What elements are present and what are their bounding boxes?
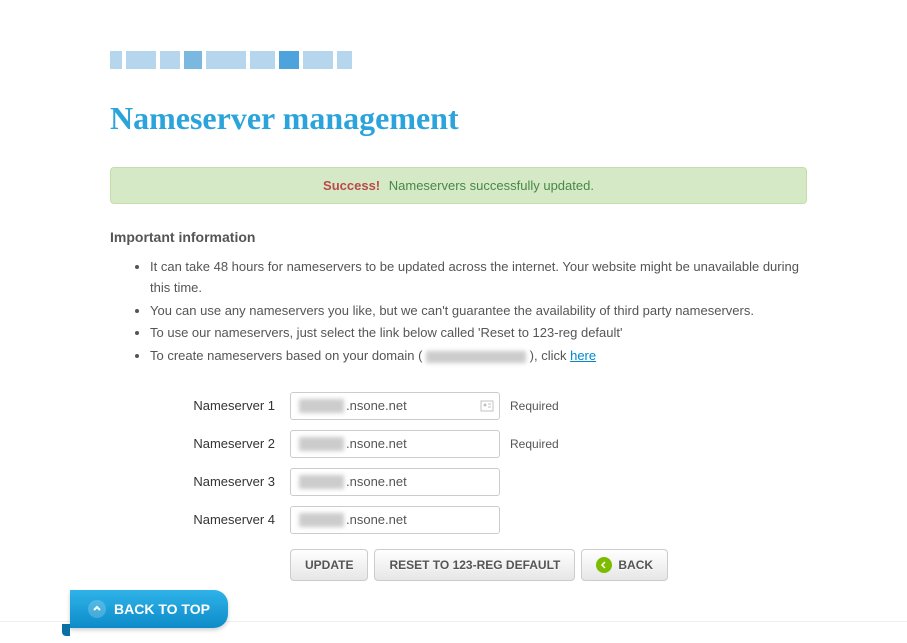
- back-button[interactable]: BACK: [581, 549, 668, 581]
- nameserver-4-label: Nameserver 4: [180, 512, 290, 527]
- nameserver-3-label: Nameserver 3: [180, 474, 290, 489]
- nameserver-3-input[interactable]: .nsone.net: [290, 468, 500, 496]
- reset-button[interactable]: RESET TO 123-REG DEFAULT: [374, 549, 575, 581]
- required-label: Required: [510, 399, 559, 413]
- info-item: You can use any nameservers you like, bu…: [150, 301, 807, 322]
- here-link[interactable]: here: [570, 348, 596, 363]
- domain-blurred: [426, 351, 526, 363]
- info-item: It can take 48 hours for nameservers to …: [150, 257, 807, 299]
- nameserver-4-input[interactable]: .nsone.net: [290, 506, 500, 534]
- contact-card-icon: [480, 399, 494, 413]
- info-item: To create nameservers based on your doma…: [150, 346, 807, 367]
- update-button[interactable]: UPDATE: [290, 549, 368, 581]
- back-to-top-button[interactable]: BACK TO TOP: [70, 590, 228, 628]
- success-alert: Success! Nameservers successfully update…: [110, 167, 807, 204]
- alert-success-label: Success!: [323, 178, 380, 193]
- arrow-up-icon: [88, 600, 106, 618]
- info-item: To use our nameservers, just select the …: [150, 323, 807, 344]
- info-heading: Important information: [110, 229, 807, 245]
- nameserver-2-label: Nameserver 2: [180, 436, 290, 451]
- info-list: It can take 48 hours for nameservers to …: [110, 257, 807, 367]
- required-label: Required: [510, 437, 559, 451]
- nameserver-1-label: Nameserver 1: [180, 398, 290, 413]
- alert-message: Nameservers successfully updated.: [389, 178, 594, 193]
- breadcrumb-blurred: [110, 40, 400, 80]
- page-title: Nameserver management: [110, 100, 807, 137]
- nameserver-2-input[interactable]: .nsone.net: [290, 430, 500, 458]
- arrow-left-icon: [596, 557, 612, 573]
- nameserver-1-input[interactable]: .nsone.net: [290, 392, 500, 420]
